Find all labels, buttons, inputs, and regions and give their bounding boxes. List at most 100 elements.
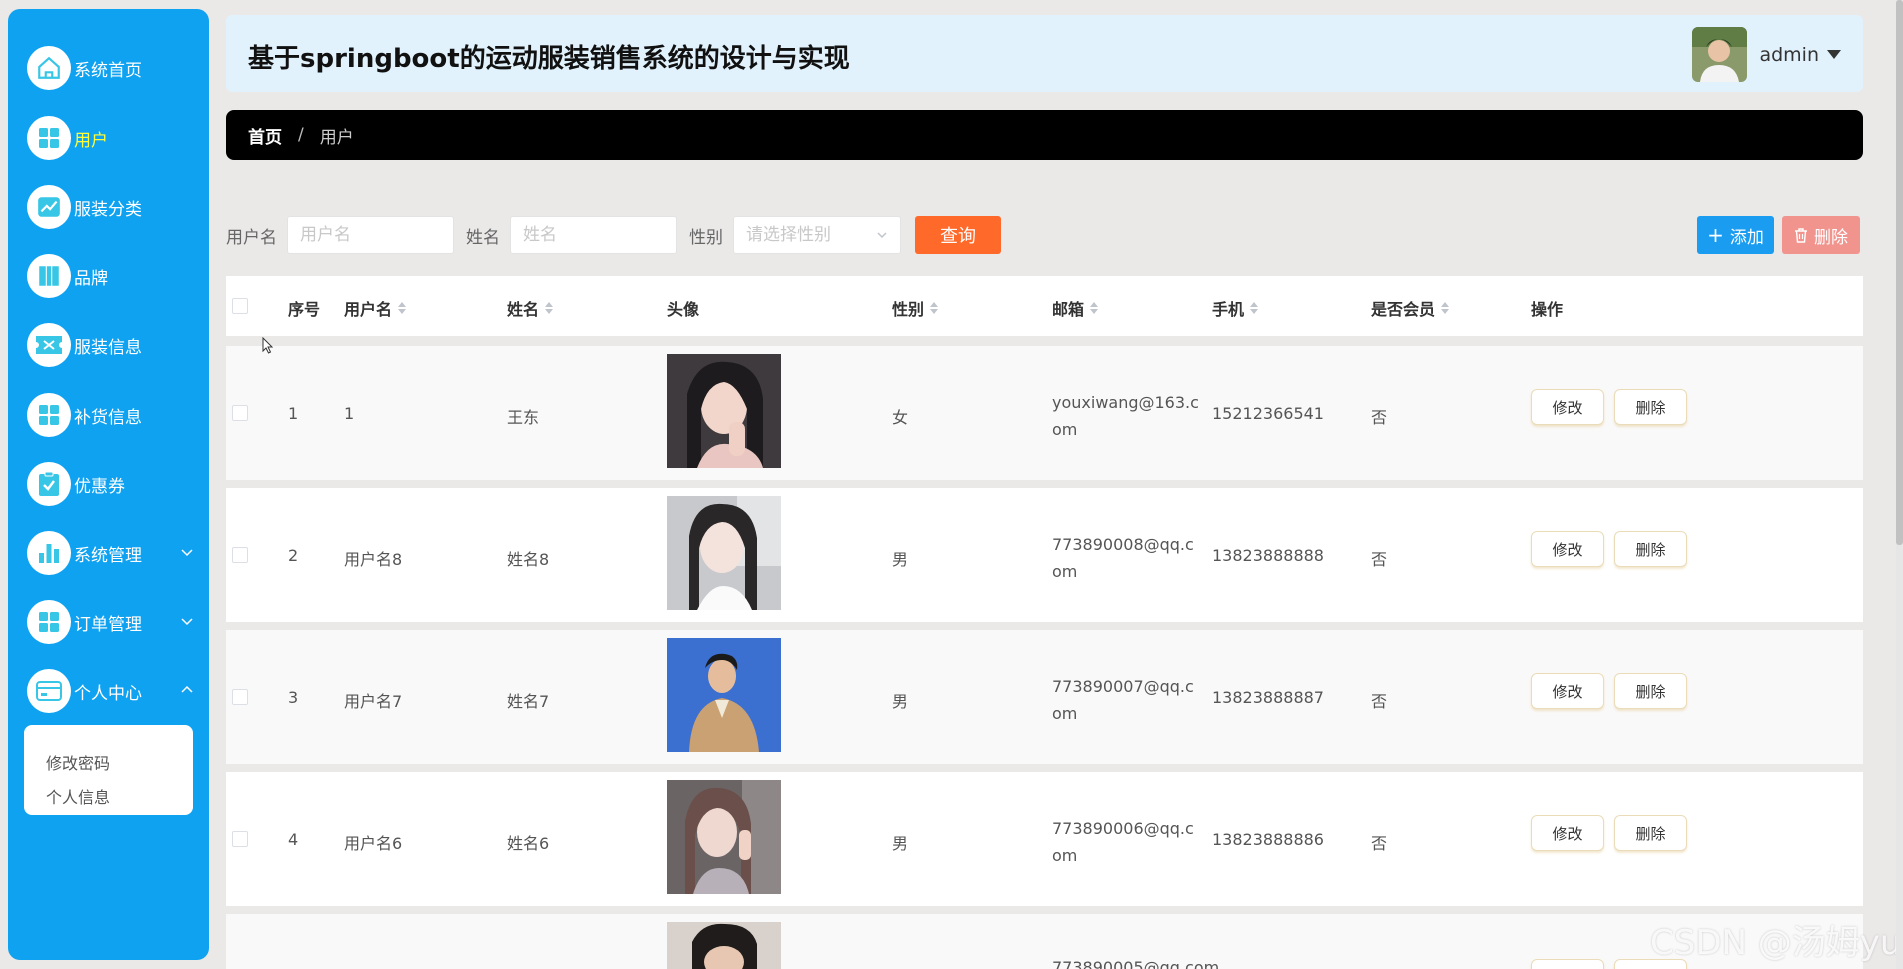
select-all-checkbox[interactable] (232, 298, 248, 314)
user-menu[interactable]: admin (1692, 27, 1841, 82)
sidebar-item-home[interactable]: 系统首页 (27, 43, 202, 93)
column-header-phone[interactable]: 手机 (1212, 296, 1259, 320)
column-header-name[interactable]: 姓名 (507, 296, 554, 320)
sort-icon[interactable] (398, 302, 407, 314)
table-row: 1 1 王东 女 youxiwang@163.com 15212366541 否… (226, 346, 1863, 480)
delete-button[interactable]: 删除 (1614, 389, 1687, 425)
cell-email: 773890006@qq.com (1052, 819, 1194, 865)
delete-button[interactable]: 删除 (1614, 531, 1687, 567)
cell-phone: 15212366541 (1212, 404, 1324, 423)
cell-username: 1 (344, 404, 355, 423)
trash-icon (1795, 227, 1807, 243)
query-button[interactable]: 查询 (915, 216, 1001, 254)
sidebar-item-label: 服装信息 (74, 337, 142, 358)
breadcrumb-current: 用户 (319, 127, 354, 148)
column-header-email[interactable]: 邮箱 (1052, 296, 1099, 320)
grid-icon (27, 600, 71, 644)
chevron-down-icon (181, 618, 193, 626)
sidebar-item-personal-center[interactable]: 个人中心 (27, 666, 202, 716)
cell-member: 否 (1371, 692, 1388, 711)
cell-phone: 13823888888 (1212, 546, 1324, 565)
home-icon (27, 46, 71, 90)
column-header-username[interactable]: 用户名 (344, 296, 407, 320)
cell-username: 用户名8 (344, 550, 403, 569)
column-header-actions: 操作 (1531, 300, 1564, 319)
bulk-delete-label: 删除 (1814, 227, 1848, 248)
breadcrumb-home[interactable]: 首页 (248, 123, 282, 148)
username-label: 用户名 (226, 227, 277, 248)
sidebar-item-order-management[interactable]: 订单管理 (27, 597, 202, 647)
add-button-label: 添加 (1729, 227, 1764, 248)
sidebar-item-clothing-info[interactable]: 服装信息 (27, 320, 202, 370)
sidebar-item-label: 品牌 (74, 268, 108, 289)
user-avatar-image (667, 780, 781, 894)
row-checkbox[interactable] (232, 689, 248, 705)
sidebar-item-system-management[interactable]: 系统管理 (27, 528, 202, 578)
breadcrumb: 首页 / 用户 (226, 110, 1863, 160)
cell-name: 王东 (507, 408, 540, 427)
sidebar: 系统首页 用户 服装分类 品牌 服装信息 补货信息 优惠券 系统管理 订单管理 … (8, 9, 209, 960)
cell-index: 4 (288, 830, 299, 849)
chevron-down-icon (181, 549, 193, 557)
user-avatar-image (667, 354, 781, 468)
sidebar-item-restock[interactable]: 补货信息 (27, 390, 202, 440)
scrollbar-thumb[interactable] (1896, 0, 1903, 545)
sort-icon[interactable] (930, 302, 939, 314)
cell-gender: 男 (892, 692, 909, 711)
username: admin (1759, 43, 1819, 66)
cell-member: 否 (1371, 408, 1388, 427)
row-checkbox[interactable] (232, 831, 248, 847)
sort-icon[interactable] (1250, 302, 1259, 314)
row-checkbox[interactable] (232, 405, 248, 421)
column-header-gender[interactable]: 性别 (892, 296, 939, 320)
sidebar-item-clothing-category[interactable]: 服装分类 (27, 182, 202, 232)
sort-icon[interactable] (545, 302, 554, 314)
cell-phone: 13823888886 (1212, 830, 1324, 849)
username-search-input[interactable] (287, 216, 454, 254)
delete-button[interactable]: 删除 (1614, 815, 1687, 851)
edit-button[interactable] (1531, 959, 1604, 969)
cell-name: 姓名7 (507, 692, 550, 711)
name-search-input[interactable] (510, 216, 677, 254)
caret-down-icon (1827, 50, 1841, 59)
cell-index: 3 (288, 688, 299, 707)
sidebar-item-label: 优惠券 (74, 476, 125, 497)
cell-username: 用户名7 (344, 692, 403, 711)
cell-member: 否 (1371, 550, 1388, 569)
sort-icon[interactable] (1441, 302, 1450, 314)
row-checkbox[interactable] (232, 547, 248, 563)
table-row: 773890005@qq.com (226, 914, 1863, 969)
sidebar-item-users[interactable]: 用户 (27, 113, 202, 163)
sort-icon[interactable] (1090, 302, 1099, 314)
column-header-member[interactable]: 是否会员 (1371, 296, 1450, 320)
personal-center-submenu: 修改密码 个人信息 (24, 725, 193, 815)
cell-index: 1 (288, 404, 299, 423)
bar-chart-icon (27, 531, 71, 575)
name-label: 姓名 (466, 227, 500, 248)
app-title: 基于springboot的运动服装销售系统的设计与实现 (248, 44, 850, 74)
submenu-item-change-password[interactable]: 修改密码 (24, 747, 193, 781)
card-icon (27, 669, 71, 713)
ticket-icon (27, 323, 71, 367)
add-button[interactable]: + 添加 (1697, 216, 1774, 254)
bulk-delete-button[interactable]: 删除 (1782, 216, 1860, 254)
edit-button[interactable]: 修改 (1531, 673, 1604, 709)
gender-select[interactable]: 请选择性别 (733, 216, 901, 254)
submenu-item-personal-info[interactable]: 个人信息 (24, 781, 193, 815)
book-icon (27, 254, 71, 298)
sidebar-item-label: 订单管理 (74, 614, 142, 635)
table-row: 3 用户名7 姓名7 男 773890007@qq.com 1382388888… (226, 630, 1863, 764)
sidebar-item-brand[interactable]: 品牌 (27, 251, 202, 301)
cell-username: 用户名6 (344, 834, 403, 853)
chevron-down-icon (877, 232, 887, 239)
page-scrollbar[interactable] (1896, 0, 1903, 969)
delete-button[interactable]: 删除 (1614, 673, 1687, 709)
edit-button[interactable]: 修改 (1531, 531, 1604, 567)
sidebar-item-coupons[interactable]: 优惠券 (27, 459, 202, 509)
cell-email: 773890007@qq.com (1052, 677, 1194, 723)
edit-button[interactable]: 修改 (1531, 815, 1604, 851)
edit-button[interactable]: 修改 (1531, 389, 1604, 425)
clipboard-check-icon (27, 462, 71, 506)
gender-select-placeholder: 请选择性别 (746, 225, 831, 245)
sidebar-item-label: 服装分类 (74, 199, 142, 220)
